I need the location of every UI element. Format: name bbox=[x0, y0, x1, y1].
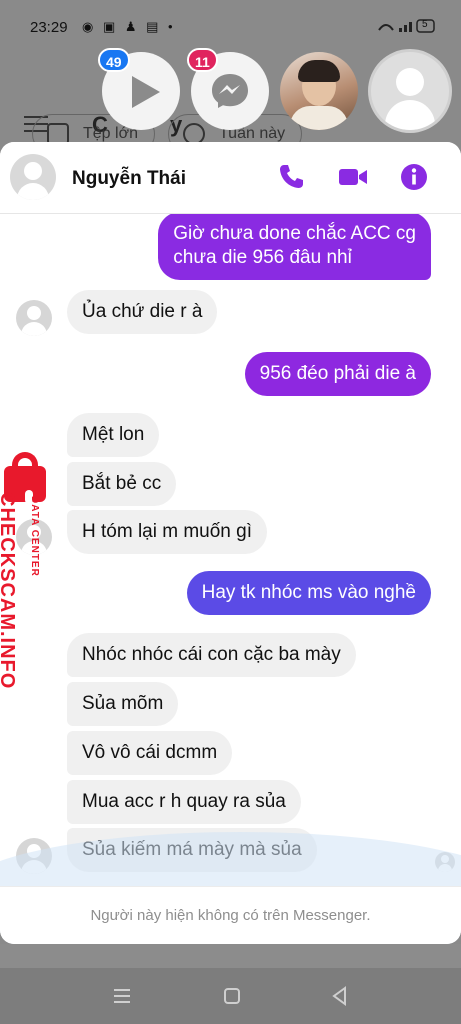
unavailable-notice: Người này hiện không có trên Messenger. bbox=[90, 907, 371, 924]
info-icon[interactable] bbox=[399, 162, 429, 192]
message-incoming[interactable]: Mua acc r h quay ra sủa bbox=[67, 780, 301, 824]
system-navigation-bar bbox=[0, 968, 461, 1024]
notification-icons: ◉ ▣ ♟ ▤ • bbox=[82, 19, 176, 34]
phone-icon[interactable] bbox=[276, 162, 306, 192]
message-outgoing[interactable]: Giờ chưa done chắc ACC cg chưa die 956 đ… bbox=[158, 212, 431, 280]
message-incoming[interactable]: Ủa chứ die r à bbox=[67, 290, 218, 334]
photo-hair bbox=[298, 60, 340, 82]
status-time: 23:29 bbox=[30, 19, 68, 36]
message-incoming[interactable]: Bắt bẻ cc bbox=[67, 462, 177, 506]
message-incoming[interactable]: H tóm lại m muốn gì bbox=[67, 510, 267, 554]
back-icon[interactable] bbox=[328, 984, 352, 1008]
watermark: CHECKSCAM.INFO DATA CENTER bbox=[0, 452, 52, 689]
chat-head-play[interactable]: 49 bbox=[98, 48, 180, 130]
watermark-sub-text: DATA CENTER bbox=[29, 496, 40, 577]
contact-avatar[interactable] bbox=[10, 154, 56, 200]
battery-level: 5 bbox=[422, 19, 428, 30]
unread-badge: 49 bbox=[98, 48, 130, 72]
messenger-icon bbox=[212, 74, 248, 108]
signal-wifi-battery-icon bbox=[378, 19, 435, 33]
avatar-head bbox=[396, 68, 424, 96]
status-right: 5 bbox=[377, 18, 437, 37]
background-lower bbox=[0, 944, 461, 968]
chat-head-messenger[interactable]: 11 bbox=[187, 48, 269, 130]
recent-apps-icon[interactable] bbox=[110, 984, 134, 1008]
footer-notice: Người này hiện không có trên Messenger. bbox=[0, 886, 461, 944]
message-outgoing[interactable]: Hay tk nhóc ms vào nghề bbox=[186, 571, 431, 615]
message-incoming[interactable]: Nhóc nhóc cái con cặc ba mày bbox=[67, 633, 356, 677]
photo-shirt bbox=[290, 106, 348, 130]
unread-badge: 11 bbox=[187, 48, 218, 72]
watermark-main-text: CHECKSCAM.INFO bbox=[0, 492, 18, 690]
message-line: Giờ chưa done chắc ACC cg bbox=[173, 223, 416, 244]
chat-head-contact-photo[interactable] bbox=[280, 52, 358, 130]
contact-name[interactable]: Nguyễn Thái bbox=[72, 168, 186, 190]
sender-avatar bbox=[16, 300, 52, 336]
chat-panel: Nguyễn Thái Giờ chưa done chắc ACC cg ch… bbox=[0, 142, 461, 944]
chat-head-active[interactable] bbox=[371, 52, 449, 130]
message-incoming[interactable]: Sủa mõm bbox=[67, 682, 179, 726]
message-line: chưa die 956 đâu nhỉ bbox=[173, 247, 352, 268]
home-icon[interactable] bbox=[220, 984, 244, 1008]
message-outgoing[interactable]: 956 đéo phải die à bbox=[244, 352, 431, 396]
message-incoming[interactable]: Vô vô cái dcmm bbox=[67, 731, 233, 775]
message-incoming[interactable]: Mệt lon bbox=[67, 413, 160, 457]
status-bar: 23:29 ◉ ▣ ♟ ▤ • 5 bbox=[0, 0, 461, 52]
play-icon bbox=[132, 76, 160, 108]
chat-header: Nguyễn Thái bbox=[0, 142, 461, 214]
video-call-icon[interactable] bbox=[338, 162, 368, 192]
avatar-body bbox=[385, 100, 435, 130]
